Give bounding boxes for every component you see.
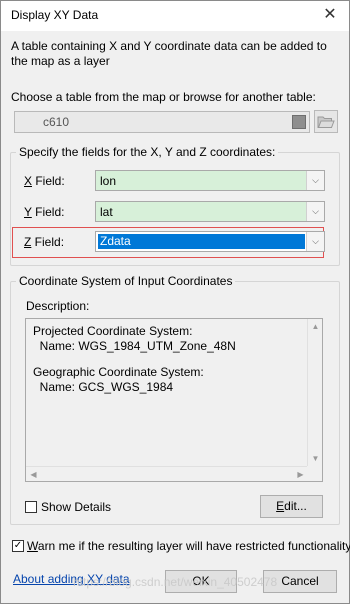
window-title: Display XY Data: [11, 8, 99, 22]
title-bar: Display XY Data ✕: [1, 1, 349, 31]
y-field-label-text: Field:: [31, 205, 65, 219]
description-line: Name: GCS_WGS_1984: [33, 380, 174, 394]
browse-button[interactable]: [314, 110, 338, 133]
x-field-value: lon: [100, 174, 117, 188]
scroll-left-icon[interactable]: ◀: [26, 467, 41, 482]
fields-group-title: Specify the fields for the X, Y and Z co…: [16, 145, 279, 159]
description-line: Name: WGS_1984_UTM_Zone_48N: [33, 339, 236, 353]
warn-label: Warn me if the resulting layer will have…: [27, 539, 350, 553]
z-field-label: Z Field:: [24, 235, 64, 249]
table-value: c610: [43, 115, 70, 129]
description-label: Description:: [26, 299, 90, 313]
watermark: https://blog.csdn.net/weixin_40502478: [73, 575, 278, 589]
show-details-checkbox[interactable]: [25, 501, 37, 513]
z-field-select[interactable]: Zdata ⌵: [95, 231, 325, 252]
x-field-select[interactable]: lon ⌵: [95, 170, 325, 191]
y-field-access-key: Y: [24, 205, 32, 219]
warn-label-text: arn me if the resulting layer will have …: [37, 539, 350, 553]
x-field-label: X Field:: [24, 174, 65, 188]
z-field-label-text: Field:: [31, 235, 65, 249]
z-field-value: Zdata: [98, 234, 305, 249]
chevron-down-icon[interactable]: ⌵: [306, 232, 324, 251]
x-field-access-key: X: [24, 174, 33, 188]
scroll-up-icon[interactable]: ▲: [308, 319, 323, 334]
y-field-select[interactable]: lat ⌵: [95, 201, 325, 222]
chevron-down-icon[interactable]: ⌵: [306, 202, 324, 221]
table-select[interactable]: c610: [14, 111, 310, 133]
edit-access-key: E: [276, 499, 285, 513]
show-details-label: Show Details: [41, 500, 112, 514]
edit-button-label: dit...: [284, 499, 307, 513]
warn-access-key: W: [27, 539, 38, 553]
vertical-scrollbar[interactable]: ▲ ▼: [307, 319, 322, 466]
horizontal-scrollbar[interactable]: ◀ ▶: [26, 466, 308, 481]
scrollbar-corner: [307, 466, 322, 481]
scroll-right-icon[interactable]: ▶: [293, 467, 308, 482]
display-xy-data-dialog: Display XY Data ✕ A table containing X a…: [0, 0, 350, 604]
y-field-label: Y Field:: [24, 205, 64, 219]
open-folder-icon: [317, 116, 335, 128]
y-field-value: lat: [100, 205, 113, 219]
chevron-down-icon[interactable]: ⌵: [306, 171, 324, 190]
table-select-handle: [292, 115, 306, 129]
scroll-down-icon[interactable]: ▼: [308, 451, 323, 466]
description-box[interactable]: Projected Coordinate System: Name: WGS_1…: [25, 318, 323, 482]
warn-checkbox[interactable]: ✓: [12, 540, 24, 552]
x-field-label-text: Field:: [32, 174, 65, 188]
intro-text: A table containing X and Y coordinate da…: [11, 39, 327, 68]
description-line: Geographic Coordinate System:: [33, 365, 204, 379]
description-line: Projected Coordinate System:: [33, 324, 193, 338]
close-icon[interactable]: ✕: [317, 3, 343, 27]
table-label: Choose a table from the map or browse fo…: [11, 90, 316, 104]
coordinate-system-group-title: Coordinate System of Input Coordinates: [16, 274, 236, 288]
edit-button[interactable]: Edit...: [260, 495, 323, 518]
